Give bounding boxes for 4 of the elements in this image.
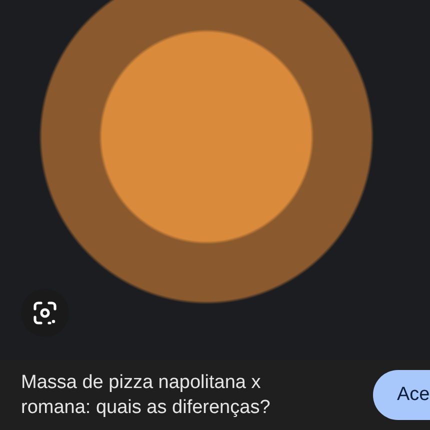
lens-search-button[interactable] (21, 289, 69, 337)
action-button[interactable]: Ace (373, 370, 430, 420)
camera-search-icon (32, 300, 58, 326)
article-title[interactable]: Massa de pizza napolitana x romana: quais as diferenças? (21, 370, 321, 420)
